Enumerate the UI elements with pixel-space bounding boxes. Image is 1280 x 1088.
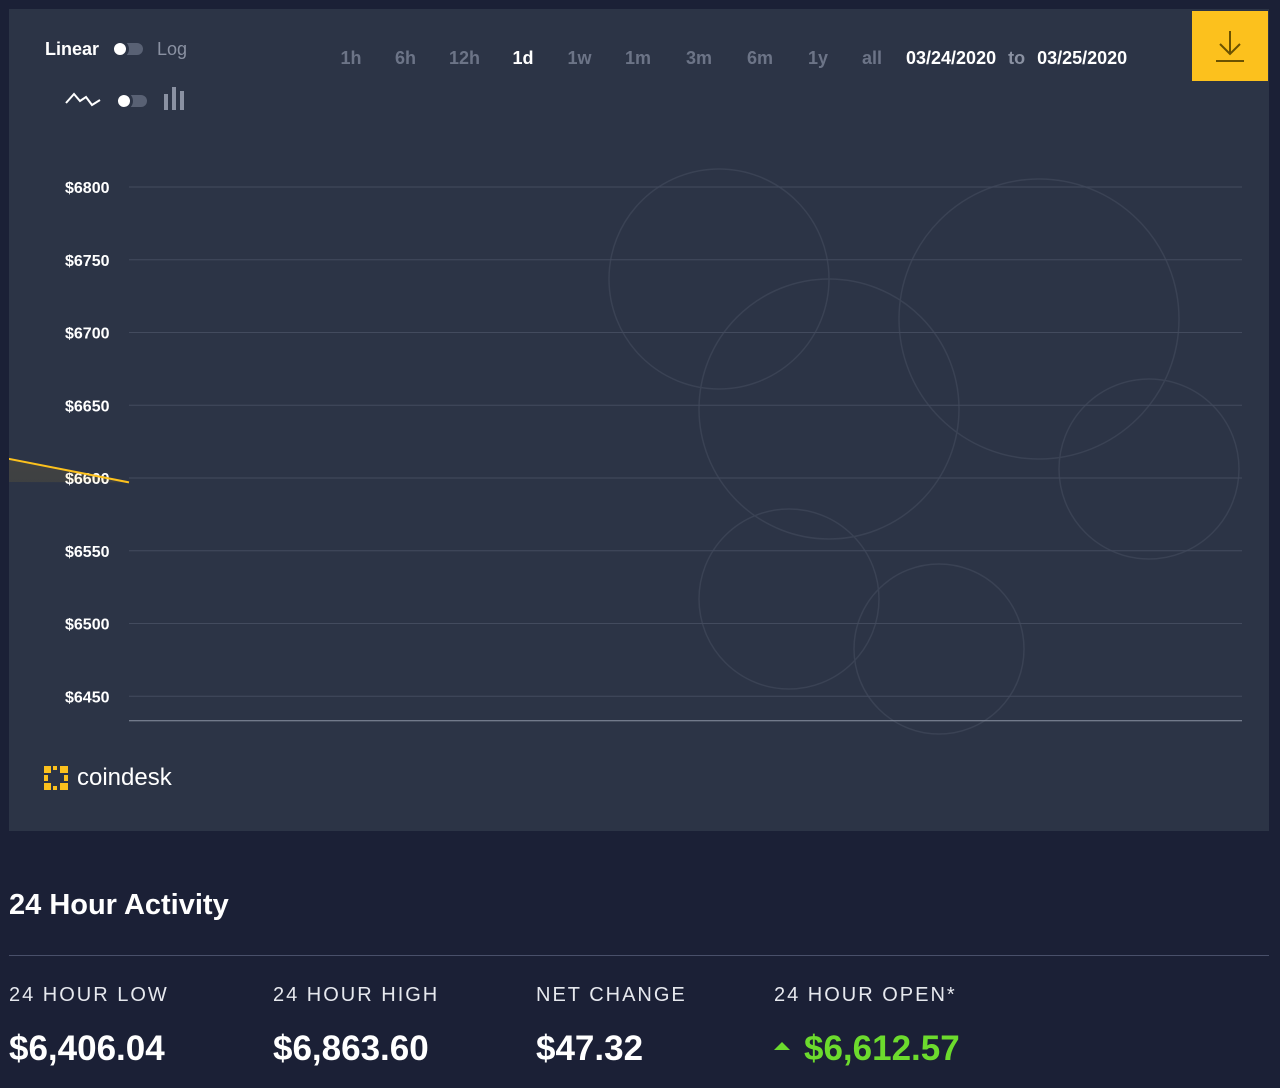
stat-24h-high: 24 HOUR HIGH $6,863.60: [273, 984, 439, 1069]
stat-label: 24 HOUR OPEN*: [774, 984, 957, 1006]
y-tick-label: $6700: [65, 326, 110, 343]
chart-panel: Linear Log 1h 6h 12h 1d 1w 1m 3m 6m 1y a…: [9, 9, 1269, 831]
y-tick-label: $6450: [65, 689, 110, 706]
stat-label: 24 HOUR LOW: [9, 984, 169, 1006]
stat-value: $6,612.57: [774, 1029, 960, 1069]
divider: [9, 955, 1269, 956]
stat-label: NET CHANGE: [536, 984, 687, 1006]
y-tick-label: $6650: [65, 398, 110, 415]
y-tick-label: $6800: [65, 180, 110, 197]
stat-24h-low: 24 HOUR LOW $6,406.04: [9, 984, 169, 1069]
coindesk-logo-icon: [44, 766, 68, 790]
y-tick-label: $6550: [65, 544, 110, 561]
stat-24h-open: 24 HOUR OPEN* $6,612.57: [774, 984, 960, 1069]
stat-value: $47.32: [536, 1029, 644, 1068]
activity-title: 24 Hour Activity: [9, 889, 229, 921]
stat-net-change: NET CHANGE $47.32: [536, 984, 687, 1069]
y-tick-label: $6750: [65, 253, 110, 270]
stat-value: $6,406.04: [9, 1029, 165, 1068]
y-tick-label: $6500: [65, 617, 110, 634]
watermark: [608, 168, 1240, 735]
stat-label: 24 HOUR HIGH: [273, 984, 440, 1006]
stat-value-text: $6,612.57: [804, 1029, 960, 1068]
price-chart[interactable]: $6450$6500$6550$6600$6650$6700$6750$6800…: [9, 9, 1269, 769]
trend-up-icon: [774, 1041, 790, 1050]
brand-name: coindesk: [77, 764, 172, 791]
stat-value: $6,863.60: [273, 1029, 429, 1068]
coindesk-brand: coindesk: [43, 764, 172, 792]
